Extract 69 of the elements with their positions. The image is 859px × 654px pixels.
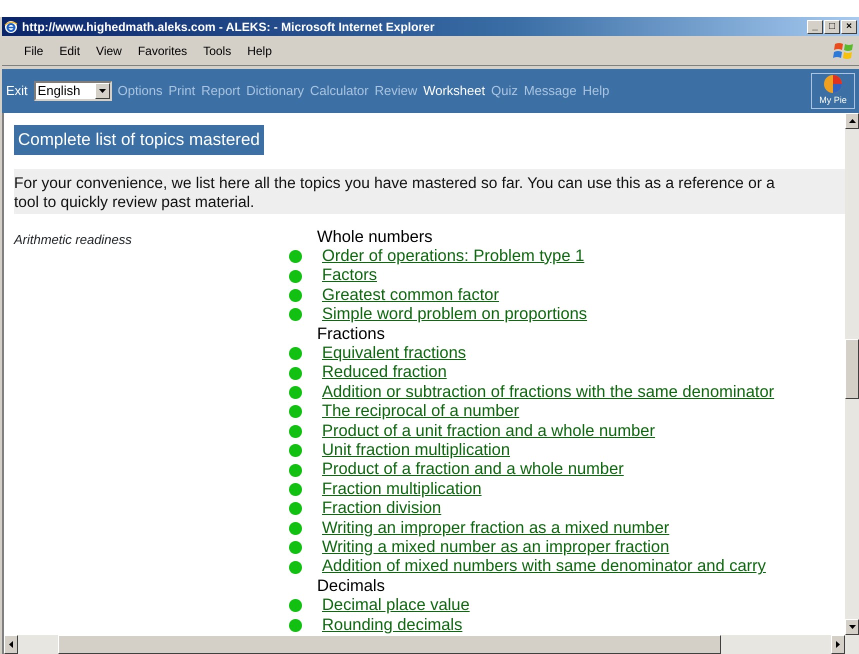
topic-link[interactable]: Product of a fraction and a whole number — [322, 460, 624, 480]
menu-item[interactable]: Help — [239, 42, 280, 60]
subject-label: Arithmetic readiness — [14, 230, 133, 248]
mastered-dot — [289, 522, 302, 535]
topic-link[interactable]: Fraction multiplication — [322, 480, 482, 500]
group-title: Fractions — [316, 324, 386, 344]
topic-link[interactable]: Greatest common factor — [322, 286, 499, 306]
window-title: http://www.highedmath.aleks.com - ALEKS: - Microsoft Internet Explorer — [22, 18, 436, 36]
mastered-dot — [289, 250, 302, 264]
down-arrow-icon — [848, 625, 856, 629]
scroll-up-button[interactable] — [845, 113, 859, 129]
mastered-dot — [289, 464, 302, 477]
topic-link[interactable]: Writing a mixed number as an improper fraction — [322, 538, 670, 558]
scroll-thumb[interactable] — [58, 635, 721, 654]
right-arrow-icon — [836, 641, 840, 648]
mastered-dot — [289, 541, 302, 554]
topic-link[interactable]: Addition of mixed numbers with same denominator and carry — [322, 557, 766, 577]
description-text: For your convenience, we list here all the topics you have mastered so far. You can use this as a reference or a tool to quickly review past material. — [14, 168, 845, 214]
scroll-thumb[interactable] — [845, 339, 859, 399]
section-heading: Complete list of topics mastered — [14, 125, 264, 154]
toolbar-link[interactable]: Worksheet — [423, 81, 486, 101]
topic-link[interactable]: Simple word problem on proportions — [322, 305, 588, 325]
topic-link[interactable]: The reciprocal of a number — [322, 402, 520, 422]
topic-link[interactable]: Rounding decimals — [322, 616, 462, 635]
mastered-dot — [289, 347, 302, 360]
pie-chart-icon — [823, 74, 843, 94]
exit-link[interactable]: Exit — [6, 81, 28, 101]
dropdown-arrow-icon — [98, 89, 106, 93]
topic-link[interactable]: Fraction division — [322, 499, 442, 519]
mastered-dot — [289, 618, 302, 632]
maximize-button[interactable]: □ — [824, 20, 840, 34]
my-pie-button[interactable]: My Pie — [811, 73, 855, 109]
mastered-dot — [289, 405, 302, 418]
mastered-dot — [289, 444, 302, 458]
mastered-dot — [289, 366, 302, 380]
group-title: Whole numbers — [316, 228, 434, 247]
topic-link[interactable]: Unit fraction multiplication — [322, 440, 510, 460]
mastered-dot — [289, 270, 302, 283]
topic-link[interactable]: Factors — [322, 266, 378, 286]
close-button[interactable]: × — [841, 20, 857, 34]
topic-link[interactable]: Writing an improper fraction as a mixed number — [322, 518, 670, 538]
mastered-dot — [289, 482, 302, 496]
menu-item[interactable]: Edit — [51, 42, 88, 60]
scroll-left-button[interactable] — [4, 635, 18, 654]
topic-link[interactable]: Reduced fraction — [322, 363, 447, 383]
menu-item[interactable]: File — [16, 42, 52, 60]
mastered-dot — [289, 424, 302, 438]
group-title: Decimals — [316, 576, 386, 596]
mastered-dot — [289, 288, 302, 302]
topic-link[interactable]: Decimal place value — [322, 596, 470, 616]
topic-link[interactable]: Product of a unit fraction and a whole number — [322, 422, 655, 441]
menu-item[interactable]: Tools — [195, 42, 240, 60]
topic-link[interactable]: Order of operations: Problem type 1 — [322, 246, 584, 266]
browser-e-icon — [4, 20, 18, 34]
mastered-dot — [289, 560, 302, 574]
minimize-button[interactable]: _ — [807, 20, 823, 34]
topic-link[interactable]: Equivalent fractions — [322, 344, 466, 364]
menu-item[interactable]: View — [88, 42, 130, 60]
scroll-right-button[interactable] — [831, 635, 845, 654]
up-arrow-icon — [848, 119, 856, 123]
right-arrow-icon — [9, 641, 13, 648]
mastered-dot — [289, 599, 302, 612]
topic-link[interactable]: Addition or subtraction of fractions with the same denominator — [322, 382, 774, 402]
language-select[interactable]: English — [34, 81, 112, 101]
mastered-dot — [289, 308, 302, 322]
mastered-dot — [289, 386, 302, 399]
scroll-down-button[interactable] — [845, 619, 859, 635]
mastered-dot — [289, 502, 302, 516]
menu-item[interactable]: Favorites — [130, 42, 196, 60]
